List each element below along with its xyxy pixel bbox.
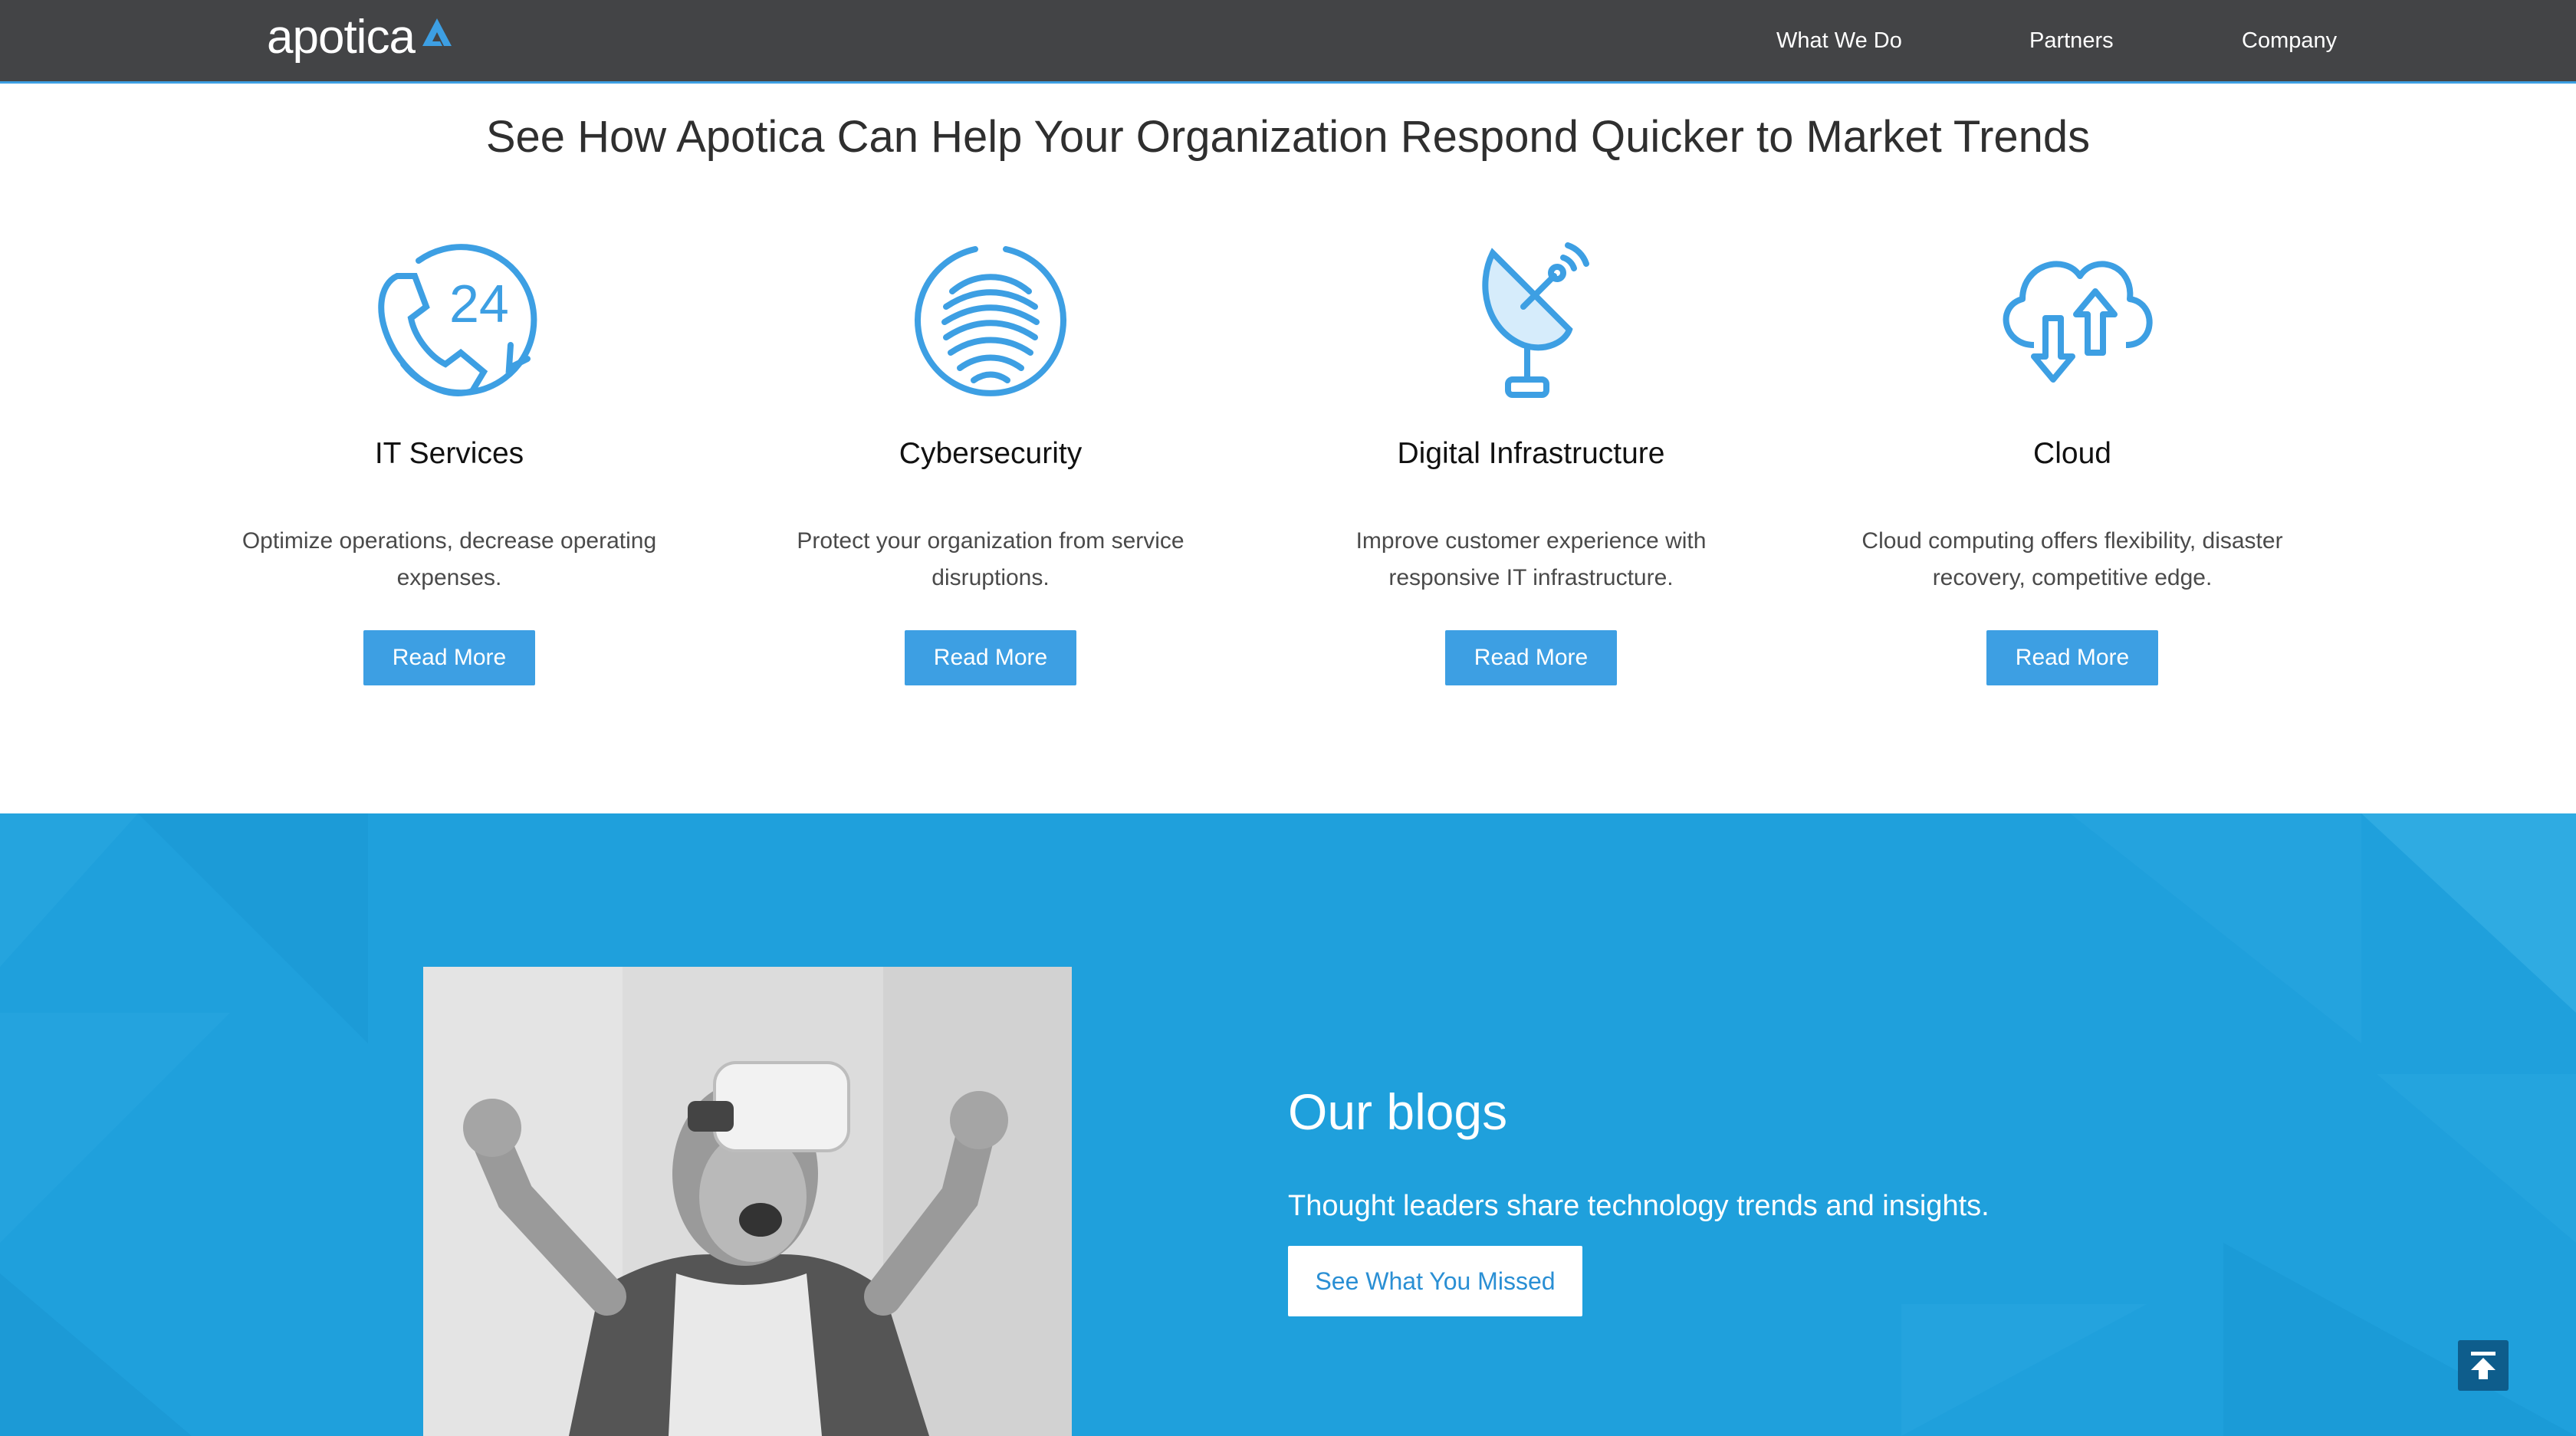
top-navigation-bar: apotica What We Do Partners Company xyxy=(0,0,2576,84)
satellite-dish-icon xyxy=(1482,242,1589,398)
service-title: IT Services xyxy=(374,437,524,470)
nav-company[interactable]: Company xyxy=(2242,0,2337,81)
read-more-button[interactable]: Read More xyxy=(1445,630,1617,685)
service-card-it-services: 24 IT Services Optimize operations, decr… xyxy=(204,230,695,685)
blogs-subtitle: Thought leaders share technology trends … xyxy=(1288,1190,1990,1222)
service-card-cloud: Cloud Cloud computing offers flexibility… xyxy=(1827,230,2318,685)
cloud-transfer-icon xyxy=(2003,261,2153,383)
blog-hero-image xyxy=(423,967,1072,1436)
fingerprint-icon xyxy=(915,246,1066,396)
apotica-logo[interactable]: apotica xyxy=(267,6,455,67)
service-description: Optimize operations, decrease operating … xyxy=(242,528,657,590)
service-card-digital-infrastructure: Digital Infrastructure Improve customer … xyxy=(1286,230,1776,685)
read-more-button[interactable]: Read More xyxy=(363,630,535,685)
see-what-you-missed-button[interactable]: See What You Missed xyxy=(1288,1246,1582,1316)
arrow-up-bar-icon xyxy=(2471,1352,2496,1379)
services-headline: See How Apotica Can Help Your Organizati… xyxy=(485,112,2091,162)
read-more-button[interactable]: Read More xyxy=(1986,630,2158,685)
service-title: Digital Infrastructure xyxy=(1397,437,1665,470)
service-description: Improve customer experience with respons… xyxy=(1355,528,1707,590)
nav-what-we-do[interactable]: What We Do xyxy=(1776,0,1902,81)
nav-partners[interactable]: Partners xyxy=(2029,0,2114,81)
svg-text:24: 24 xyxy=(449,274,509,334)
apotica-a-logo-icon xyxy=(422,18,452,46)
logo-text: apotica xyxy=(267,10,416,64)
blogs-title: Our blogs xyxy=(1288,1083,1508,1140)
service-description: Protect your organization from service d… xyxy=(797,528,1184,590)
service-title: Cloud xyxy=(2033,437,2111,470)
service-title: Cybersecurity xyxy=(899,437,1083,470)
read-more-button[interactable]: Read More xyxy=(905,630,1076,685)
phone-24-icon: 24 xyxy=(378,244,537,396)
service-card-cybersecurity: Cybersecurity Protect your organization … xyxy=(745,230,1236,685)
back-to-top-button[interactable] xyxy=(2458,1340,2509,1391)
service-description: Cloud computing offers flexibility, disa… xyxy=(1861,528,2283,590)
vr-headset-person-illustration xyxy=(423,967,1072,1436)
